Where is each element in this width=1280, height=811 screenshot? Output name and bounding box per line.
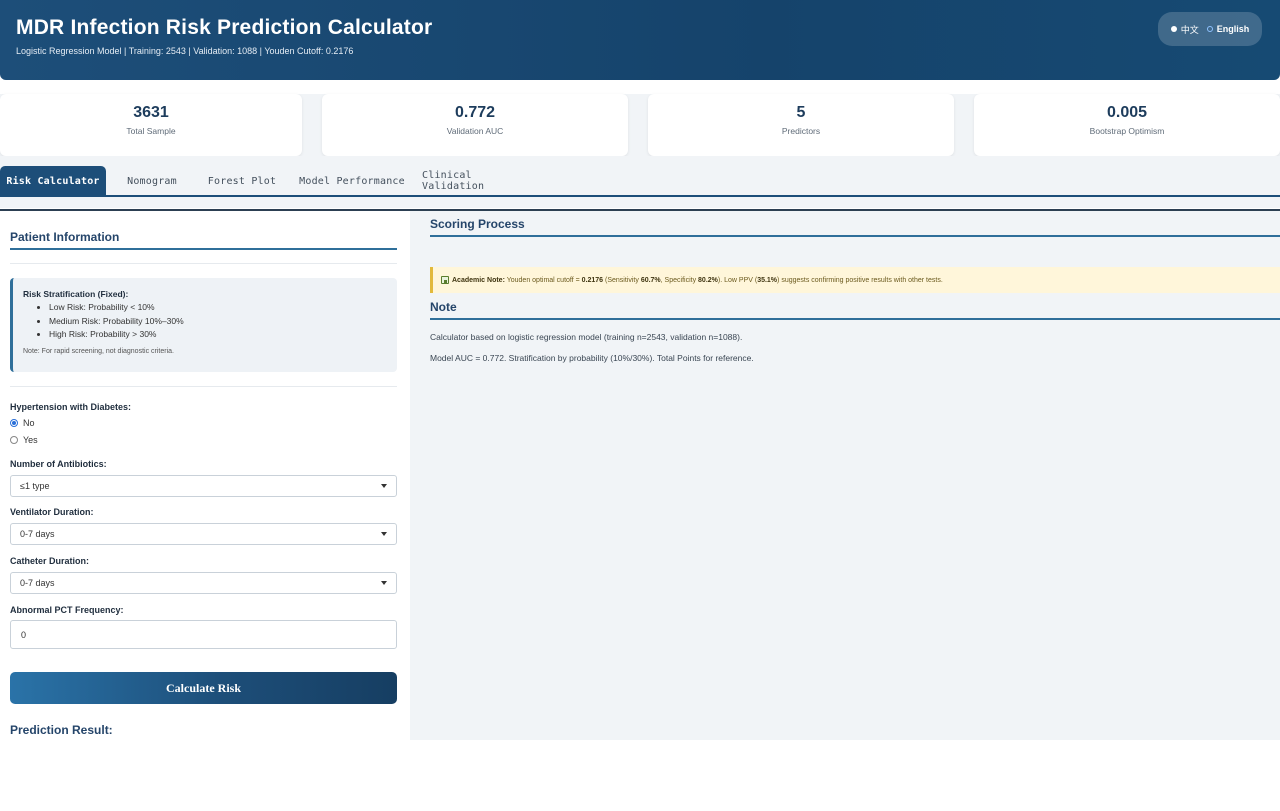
- stat-card-bootstrap-optimism: 0.005 Bootstrap Optimism: [974, 94, 1280, 156]
- radio-unchecked-icon: [10, 436, 18, 444]
- tab-bar: Risk Calculator Nomogram Forest Plot Mod…: [0, 156, 1280, 208]
- stat-label: Total Sample: [126, 126, 176, 136]
- radio-dot-icon: [1206, 26, 1213, 32]
- scoring-panel: Scoring Process Academic Note: Youden op…: [410, 211, 1280, 740]
- page-title: MDR Infection Risk Prediction Calculator: [16, 16, 433, 39]
- note-line-1: Calculator based on logistic regression …: [430, 332, 743, 342]
- pct-frequency-input[interactable]: [10, 620, 397, 649]
- risk-level-low: Low Risk: Probability < 10%: [49, 301, 397, 315]
- hypertension-label: Hypertension with Diabetes:: [10, 402, 132, 412]
- stat-card-validation-auc: 0.772 Validation AUC: [322, 94, 628, 156]
- patient-info-title: Patient Information: [10, 230, 120, 244]
- section-underline: [430, 318, 1280, 320]
- tab-clinical-validation[interactable]: Clinical Validation: [422, 166, 538, 196]
- select-value: 0-7 days: [20, 578, 55, 588]
- catheter-label: Catheter Duration:: [10, 556, 90, 566]
- stat-value: 5: [796, 104, 806, 121]
- language-toggle: 中文 English: [1158, 12, 1262, 46]
- risk-stratification-box: Risk Stratification (Fixed): Low Risk: P…: [10, 278, 397, 372]
- option-label: No: [23, 418, 35, 428]
- antibiotics-select[interactable]: ≤1 type: [10, 475, 397, 497]
- note-fragment: , Specificity: [660, 276, 699, 284]
- note-title: Note: [430, 300, 457, 314]
- radio-dot-icon: [1170, 26, 1177, 32]
- lang-option-en[interactable]: English: [1206, 24, 1250, 34]
- lang-label-zh: 中文: [1180, 24, 1199, 35]
- radio-checked-icon: [10, 419, 18, 427]
- stat-label: Predictors: [781, 126, 821, 136]
- stat-card-predictors: 5 Predictors: [648, 94, 954, 156]
- note-fragment: ). Low PPV (: [717, 276, 758, 284]
- stat-value: 0.005: [1106, 104, 1148, 121]
- prediction-result-title: Prediction Result:: [10, 723, 113, 737]
- patient-info-panel: Patient Information Risk Stratification …: [0, 211, 410, 740]
- risk-level-high: High Risk: Probability > 30%: [49, 328, 397, 342]
- tab-model-performance[interactable]: Model Performance: [292, 166, 412, 196]
- tab-nomogram[interactable]: Nomogram: [112, 166, 192, 196]
- tab-risk-calculator[interactable]: Risk Calculator: [0, 166, 106, 196]
- select-value: 0-7 days: [20, 529, 55, 539]
- section-underline: [430, 235, 1280, 237]
- catheter-select[interactable]: 0-7 days: [10, 572, 397, 594]
- lang-label-en: English: [1216, 24, 1250, 34]
- stat-label: Bootstrap Optimism: [1089, 126, 1165, 136]
- ventilator-label: Ventilator Duration:: [10, 507, 94, 517]
- caret-down-icon: [381, 484, 387, 488]
- caret-down-icon: [381, 581, 387, 585]
- tab-underline: [0, 195, 1280, 197]
- stat-label: Validation AUC: [446, 126, 504, 136]
- academic-note-label: Academic Note:: [452, 276, 505, 284]
- risk-levels-list: Low Risk: Probability < 10% Medium Risk:…: [49, 301, 397, 342]
- sensitivity-value: 60.7%: [640, 276, 661, 284]
- cutoff-value: 0.2176: [581, 276, 604, 284]
- specificity-value: 80.2%: [698, 276, 718, 284]
- calculate-risk-button[interactable]: Calculate Risk: [10, 672, 397, 704]
- stats-row: 3631 Total Sample 0.772 Validation AUC 5…: [0, 94, 1280, 156]
- ventilator-select[interactable]: 0-7 days: [10, 523, 397, 545]
- separator: [10, 386, 397, 387]
- academic-note-text: Academic Note: Youden optimal cutoff = 0…: [452, 277, 943, 284]
- caret-down-icon: [381, 532, 387, 536]
- note-line-2: Model AUC = 0.772. Stratification by pro…: [430, 353, 754, 363]
- academic-note: Academic Note: Youden optimal cutoff = 0…: [430, 267, 1280, 293]
- note-fragment: (Sensitivity: [603, 276, 641, 284]
- lang-option-zh[interactable]: 中文: [1170, 23, 1199, 36]
- app: MDR Infection Risk Prediction Calculator…: [0, 0, 1280, 811]
- hypertension-option-no[interactable]: No: [10, 418, 35, 428]
- hypertension-option-yes[interactable]: Yes: [10, 435, 38, 445]
- stat-card-total-sample: 3631 Total Sample: [0, 94, 302, 156]
- pct-label: Abnormal PCT Frequency:: [10, 605, 124, 615]
- risk-level-medium: Medium Risk: Probability 10%–30%: [49, 315, 397, 329]
- tab-forest-plot[interactable]: Forest Plot: [202, 166, 282, 196]
- note-fragment: ) suggests confirming positive results w…: [777, 276, 943, 284]
- risk-box-note: Note: For rapid screening, not diagnosti…: [23, 347, 174, 355]
- select-value: ≤1 type: [20, 481, 50, 491]
- stat-value: 0.772: [454, 104, 496, 121]
- antibiotics-label: Number of Antibiotics:: [10, 459, 107, 469]
- header: MDR Infection Risk Prediction Calculator…: [0, 0, 1280, 80]
- note-fragment: Youden optimal cutoff =: [504, 276, 582, 284]
- ppv-value: 35.1%: [757, 276, 778, 284]
- option-label: Yes: [23, 435, 38, 445]
- page-subtitle: Logistic Regression Model | Training: 25…: [16, 46, 354, 56]
- risk-box-title: Risk Stratification (Fixed):: [23, 289, 129, 299]
- chart-icon: [441, 276, 449, 284]
- section-underline: [10, 248, 397, 250]
- separator: [10, 263, 397, 264]
- scoring-process-title: Scoring Process: [430, 217, 525, 231]
- stat-value: 3631: [133, 104, 169, 121]
